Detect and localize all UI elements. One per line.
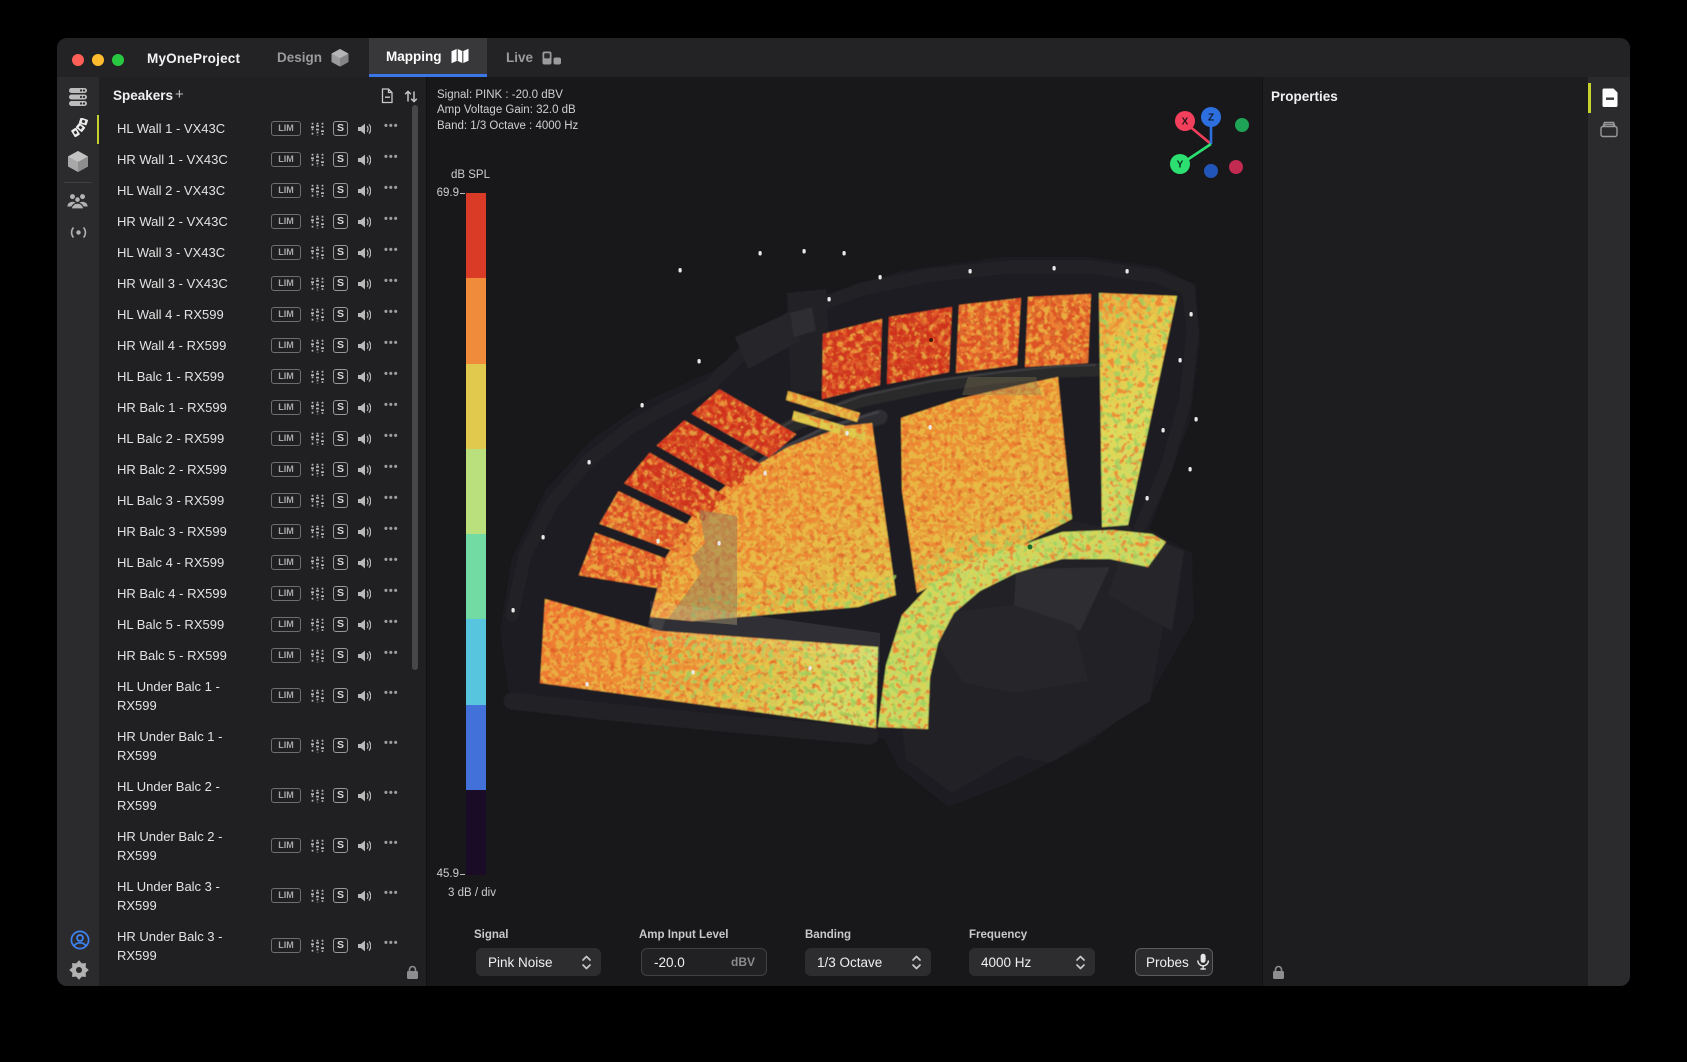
svg-text:X: X	[1182, 117, 1189, 128]
svg-text:Z: Z	[1208, 113, 1214, 124]
svg-text:Y: Y	[1177, 160, 1184, 171]
